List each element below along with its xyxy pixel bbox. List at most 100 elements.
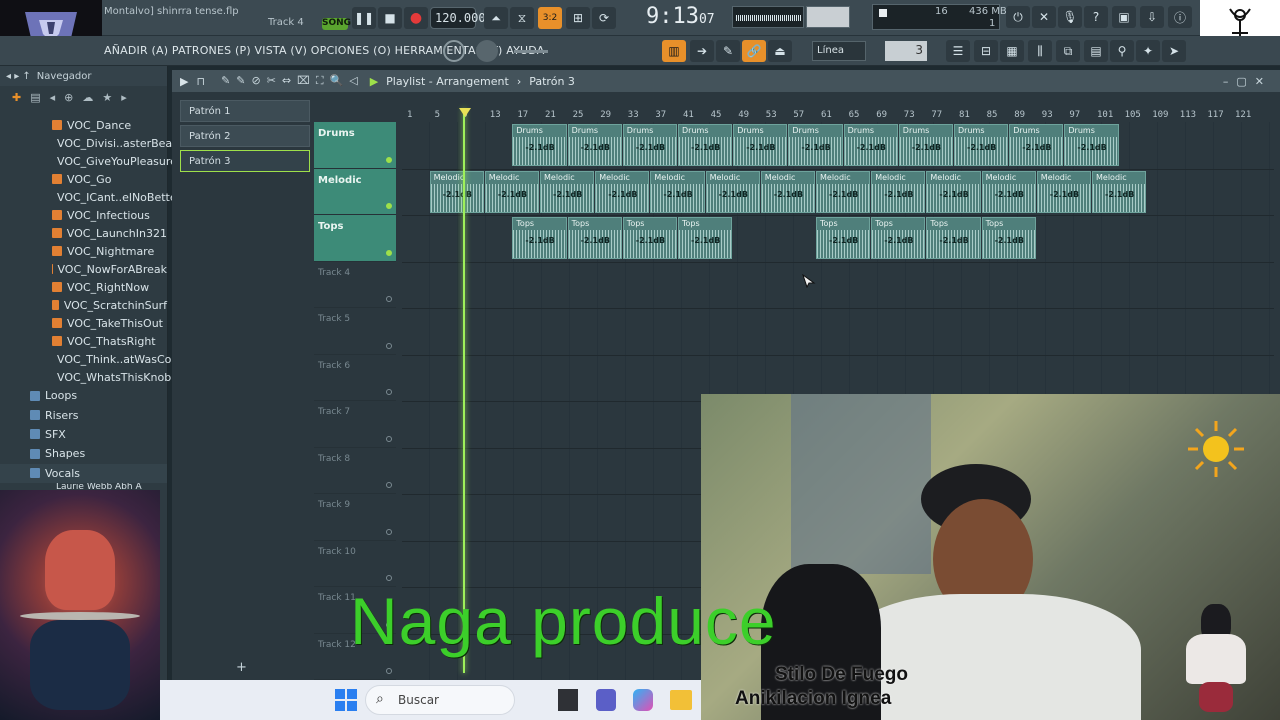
star-icon[interactable]: ★: [102, 91, 112, 104]
browser-file-item[interactable]: VOC_Think..atWasCool: [52, 350, 181, 368]
browser-file-item[interactable]: VOC_NowForABreak: [52, 260, 167, 278]
browser-file-item[interactable]: VOC_RightNow: [52, 278, 167, 296]
audio-clip[interactable]: Tops -2.1dB: [926, 217, 981, 259]
help-button[interactable]: ?: [1084, 6, 1108, 28]
stop-button[interactable]: ■: [378, 7, 402, 29]
share-button[interactable]: ➤: [1162, 40, 1186, 62]
browser-folder-item[interactable]: Risers: [0, 405, 167, 424]
snap-value-input[interactable]: 3: [885, 41, 927, 61]
file-explorer-icon[interactable]: [670, 690, 692, 710]
patterns-button[interactable]: ⧉: [1056, 40, 1080, 62]
expand-icon[interactable]: ▸: [121, 91, 127, 104]
mixer-button[interactable]: ☰: [946, 40, 970, 62]
save-button[interactable]: ▣: [1112, 6, 1136, 28]
browser-file-item[interactable]: VOC_ICant..elNoBetter: [52, 188, 181, 206]
terminal-app-icon[interactable]: [558, 689, 578, 711]
add-pattern-button[interactable]: +: [236, 660, 247, 675]
browser-folder-item[interactable]: Shapes: [0, 444, 167, 463]
browser-file-item[interactable]: VOC_TakeThisOut: [52, 314, 167, 332]
song-mode-button[interactable]: SONG: [322, 18, 351, 30]
audio-clip[interactable]: Melodic -2.1dB: [926, 170, 981, 213]
audio-clip[interactable]: Drums -2.1dB: [954, 124, 1009, 166]
track-mute-led[interactable]: [386, 249, 392, 256]
playhead-marker[interactable]: [459, 108, 471, 117]
browser-folder-item[interactable]: SFX: [0, 425, 167, 444]
plugin-picker-button[interactable]: ⚲: [1110, 40, 1134, 62]
audio-clip[interactable]: Melodic -2.1dB: [981, 170, 1036, 213]
browser-file-item[interactable]: VOC_WhatsThisKnob: [52, 368, 171, 386]
track-header[interactable]: Track 10: [314, 541, 396, 587]
audio-clip[interactable]: Melodic -2.1dB: [816, 170, 871, 213]
pencil-tool-button[interactable]: ✎: [716, 40, 740, 62]
audio-clip[interactable]: Melodic -2.1dB: [1092, 170, 1147, 213]
track-mute-led[interactable]: [386, 342, 392, 349]
eq-button[interactable]: ⫼: [1028, 40, 1052, 62]
track-mute-led[interactable]: [386, 156, 392, 163]
info-button[interactable]: ⓘ: [1168, 6, 1192, 28]
track-mute-led[interactable]: [386, 389, 392, 395]
track-header[interactable]: Drums: [314, 122, 396, 169]
audio-clip[interactable]: Drums -2.1dB: [622, 124, 677, 166]
file-view-icon[interactable]: ▤: [30, 91, 40, 104]
track-mute-led[interactable]: [386, 435, 392, 442]
add-icon[interactable]: ✚: [12, 91, 21, 104]
piano-roll-button[interactable]: ▦: [1000, 40, 1024, 62]
audio-clip[interactable]: Drums -2.1dB: [843, 124, 898, 166]
tool-icons[interactable]: ✎✎⊘✂⇔⌧⛶🔍◁: [221, 74, 364, 88]
audio-clip[interactable]: Drums -2.1dB: [678, 124, 733, 166]
browser-file-item[interactable]: VOC_ScratchinSurf: [52, 296, 167, 314]
track-mute-led[interactable]: [386, 296, 392, 302]
audio-clip[interactable]: Melodic -2.1dB: [595, 170, 650, 213]
reset-button[interactable]: ⏻: [1006, 6, 1030, 28]
browser-file-item[interactable]: VOC_Go: [52, 170, 167, 188]
track-mute-led[interactable]: [386, 575, 392, 581]
audio-clip[interactable]: Drums -2.1dB: [788, 124, 843, 166]
metronome-button[interactable]: ⏶: [484, 7, 508, 29]
copilot-app-icon[interactable]: [633, 689, 653, 711]
audio-clip[interactable]: Melodic -2.1dB: [760, 170, 815, 213]
mic-button[interactable]: 🎙: [1058, 6, 1082, 28]
audio-clip[interactable]: Melodic -2.1dB: [705, 170, 760, 213]
audio-clip[interactable]: Melodic -2.1dB: [540, 170, 595, 213]
browser-file-item[interactable]: VOC_LaunchIn321: [52, 224, 167, 242]
track-header[interactable]: Melodic: [314, 168, 396, 215]
record-button[interactable]: ●: [404, 7, 428, 29]
audio-clip[interactable]: Melodic -2.1dB: [484, 170, 539, 213]
browser-file-item[interactable]: VOC_ThatsRight: [52, 332, 167, 350]
loop-record-button[interactable]: ⟳: [592, 7, 616, 29]
countdown-button[interactable]: 3:2: [538, 7, 562, 29]
channel-rack-button[interactable]: ⊟: [974, 40, 998, 62]
track-header[interactable]: Track 9: [314, 494, 396, 541]
pattern-item[interactable]: Patrón 3: [180, 150, 310, 172]
audio-clip[interactable]: Melodic -2.1dB: [1036, 170, 1091, 213]
windows-start-icon[interactable]: [335, 689, 357, 711]
browser-file-item[interactable]: VOC_Dance: [52, 116, 167, 134]
track-header[interactable]: Tops: [314, 215, 396, 262]
next-button[interactable]: ➔: [690, 40, 714, 62]
taskbar-search[interactable]: ⌕ Buscar: [365, 685, 515, 715]
audio-clip[interactable]: Drums -2.1dB: [898, 124, 953, 166]
back-icon[interactable]: ◂: [50, 91, 56, 104]
render-button[interactable]: ⇩: [1140, 6, 1164, 28]
track-mute-led[interactable]: [386, 668, 392, 674]
snap-select[interactable]: Línea: [812, 41, 866, 61]
browser-file-item[interactable]: VOC_Infectious: [52, 206, 167, 224]
audio-clip[interactable]: Drums -2.1dB: [1009, 124, 1064, 166]
track-header[interactable]: Track 7: [314, 401, 396, 448]
browser-file-item[interactable]: VOC_Divisi..asterBeat: [52, 134, 177, 152]
track-header[interactable]: Track 4: [314, 262, 396, 308]
step-edit-button[interactable]: ⊞: [566, 7, 590, 29]
audio-clip[interactable]: Melodic -2.1dB: [871, 170, 926, 213]
search-icon[interactable]: ⊕: [64, 91, 73, 104]
track-header[interactable]: Track 8: [314, 448, 396, 494]
link-button[interactable]: 🔗: [742, 40, 766, 62]
browser-folder-item[interactable]: Loops: [0, 386, 167, 405]
audio-clip[interactable]: Drums -2.1dB: [567, 124, 622, 166]
magnet-icon[interactable]: ⊓: [196, 75, 205, 88]
tempo-display[interactable]: 120.000: [430, 7, 486, 29]
audio-clip[interactable]: Tops -2.1dB: [981, 217, 1036, 259]
master-pitch-knob[interactable]: [476, 40, 498, 62]
audio-clip[interactable]: Tops -2.1dB: [567, 217, 622, 259]
wait-for-input-button[interactable]: ⧖: [510, 7, 534, 29]
browser-toggle-button[interactable]: ✦: [1136, 40, 1160, 62]
